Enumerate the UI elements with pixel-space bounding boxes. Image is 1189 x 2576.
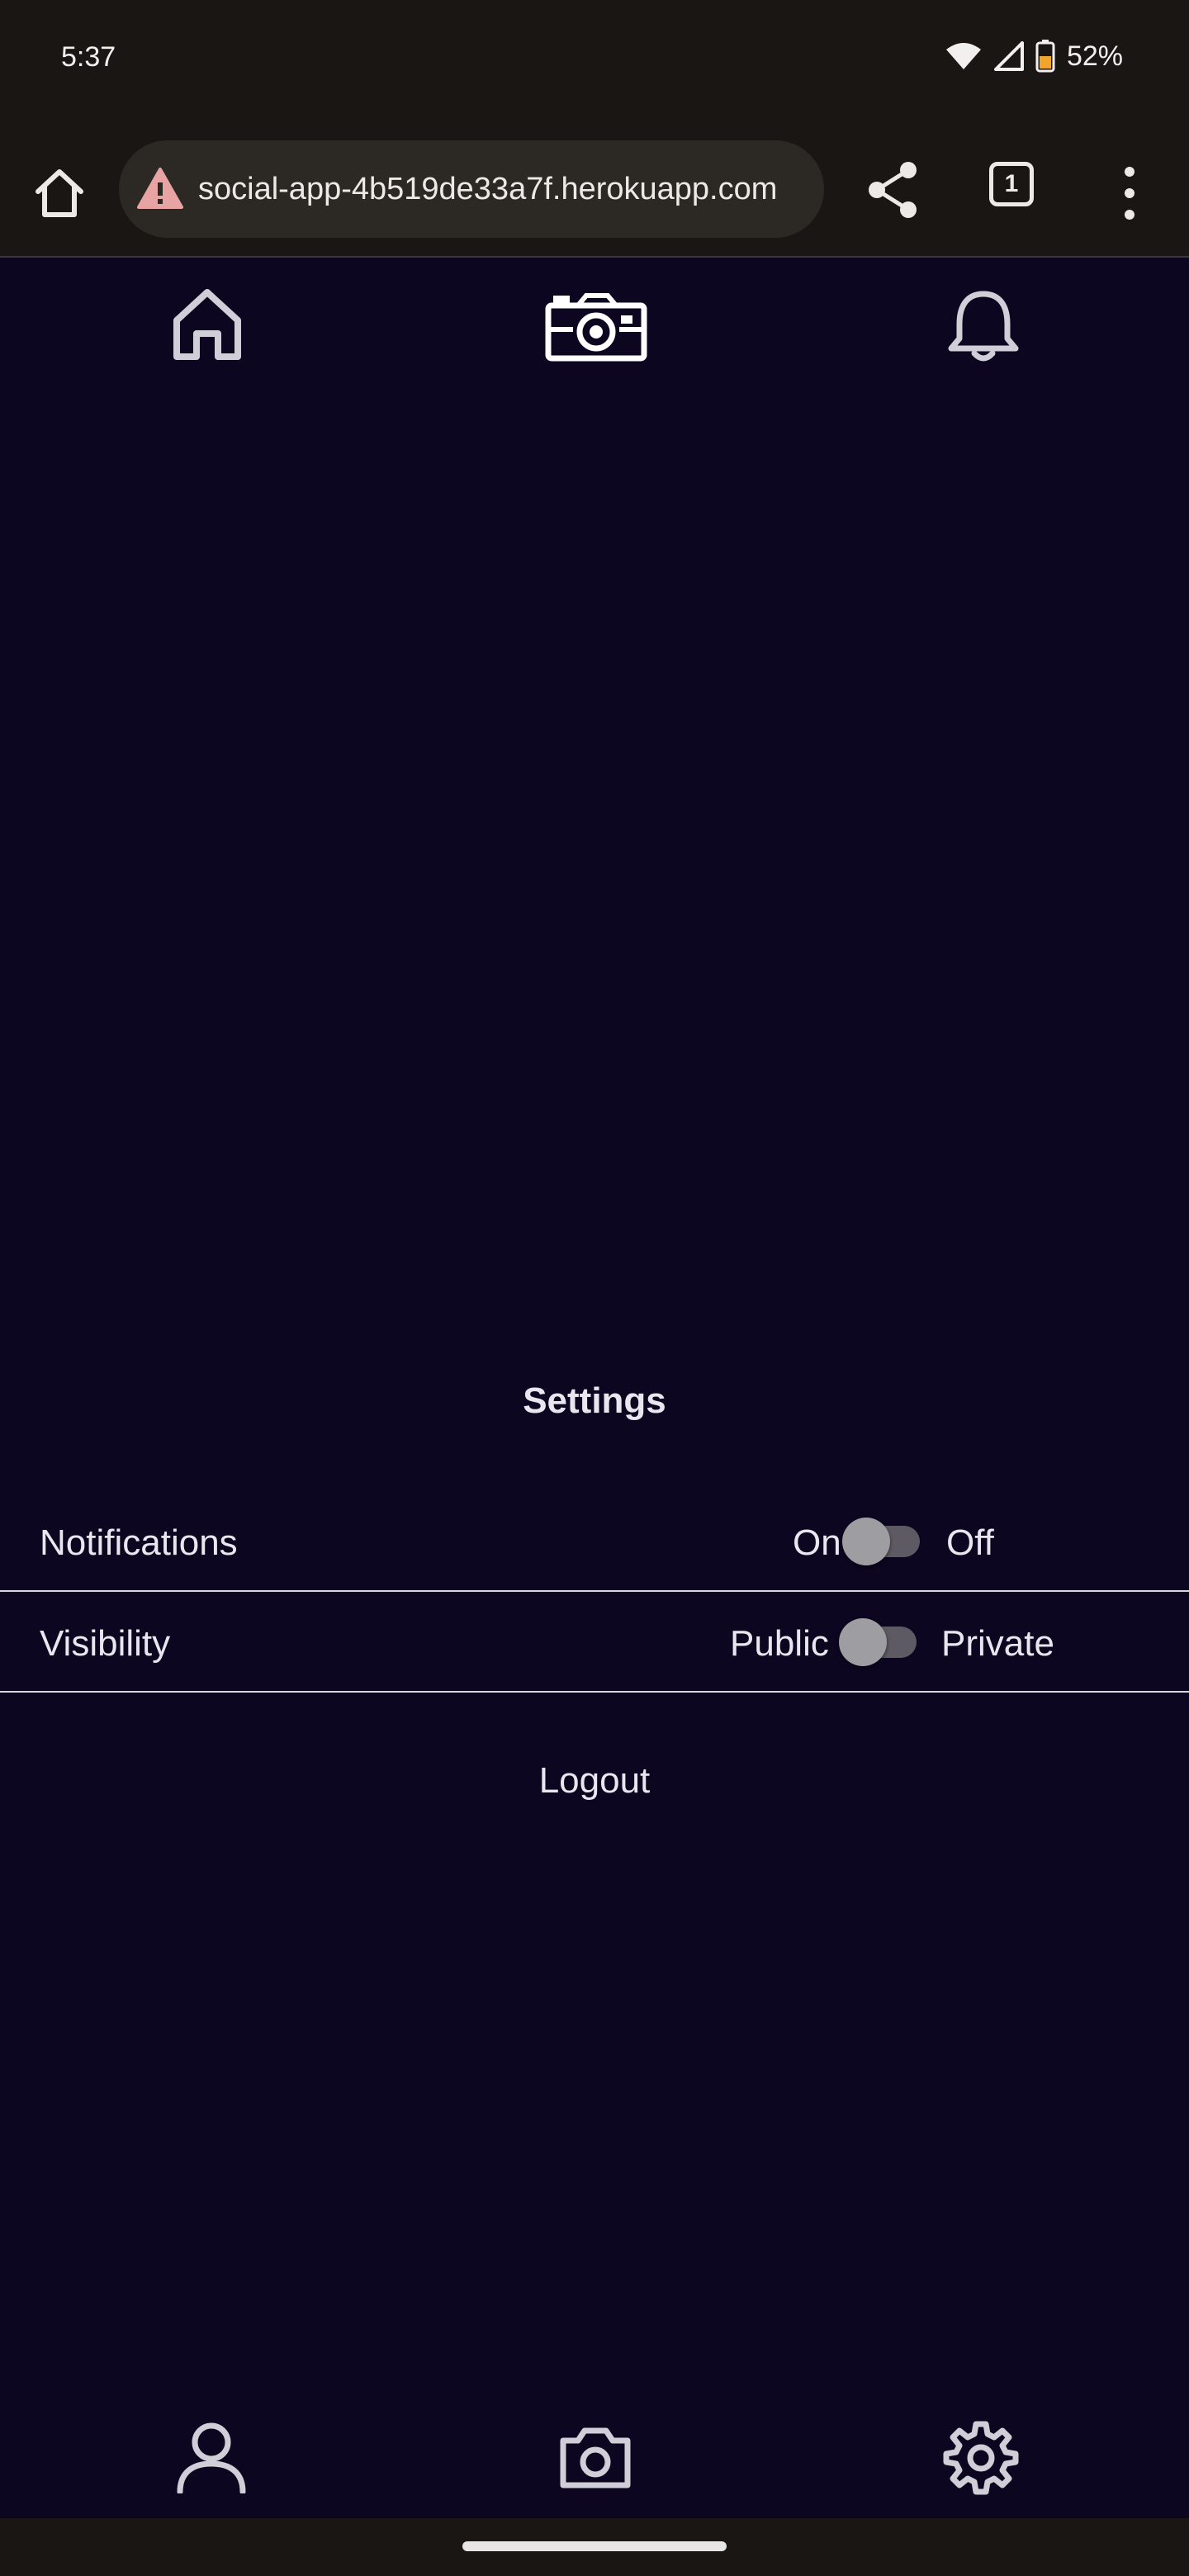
signal-icon [993,41,1024,71]
status-icons: 52% [945,40,1123,73]
gear-icon[interactable] [943,2419,1019,2495]
battery-percentage: 52% [1066,40,1123,72]
notifications-label: Notifications [40,1522,238,1563]
visibility-row: Visibility Public Private [0,1593,1189,1693]
home-icon[interactable] [170,287,244,362]
visibility-private-label: Private [941,1623,1054,1664]
visibility-toggle-knob[interactable] [839,1618,887,1666]
share-icon[interactable] [862,159,925,221]
browser-toolbar: social-app-4b519de33a7f.herokuapp.com 1 [0,129,1189,258]
warning-icon[interactable] [135,164,185,214]
notifications-toggle-knob[interactable] [842,1518,890,1565]
url-bar[interactable]: social-app-4b519de33a7f.herokuapp.com [119,140,824,238]
tab-count: 1 [1004,170,1019,197]
settings-title: Settings [523,1380,666,1421]
camera-icon[interactable] [558,2424,632,2490]
home-icon[interactable] [30,163,89,223]
notifications-off-label: Off [946,1522,994,1563]
menu-icon[interactable] [1113,162,1146,225]
battery-icon [1035,40,1055,73]
status-bar: 5:37 52% [0,0,1189,129]
wifi-icon [945,43,981,69]
gesture-bar [0,2518,1189,2576]
visibility-public-label: Public [730,1623,829,1664]
notifications-on-label: On [793,1522,841,1563]
status-time: 5:37 [61,41,116,73]
tabs-icon[interactable]: 1 [989,162,1034,206]
bell-icon[interactable] [948,289,1019,363]
logout-button[interactable]: Logout [0,1760,1189,1802]
home-gesture-handle[interactable] [462,2541,727,2551]
camera-retro-icon[interactable] [545,291,647,362]
url-text[interactable]: social-app-4b519de33a7f.herokuapp.com [198,172,777,207]
notifications-row: Notifications On Off [0,1493,1189,1592]
user-icon[interactable] [175,2421,248,2493]
visibility-label: Visibility [40,1623,171,1664]
